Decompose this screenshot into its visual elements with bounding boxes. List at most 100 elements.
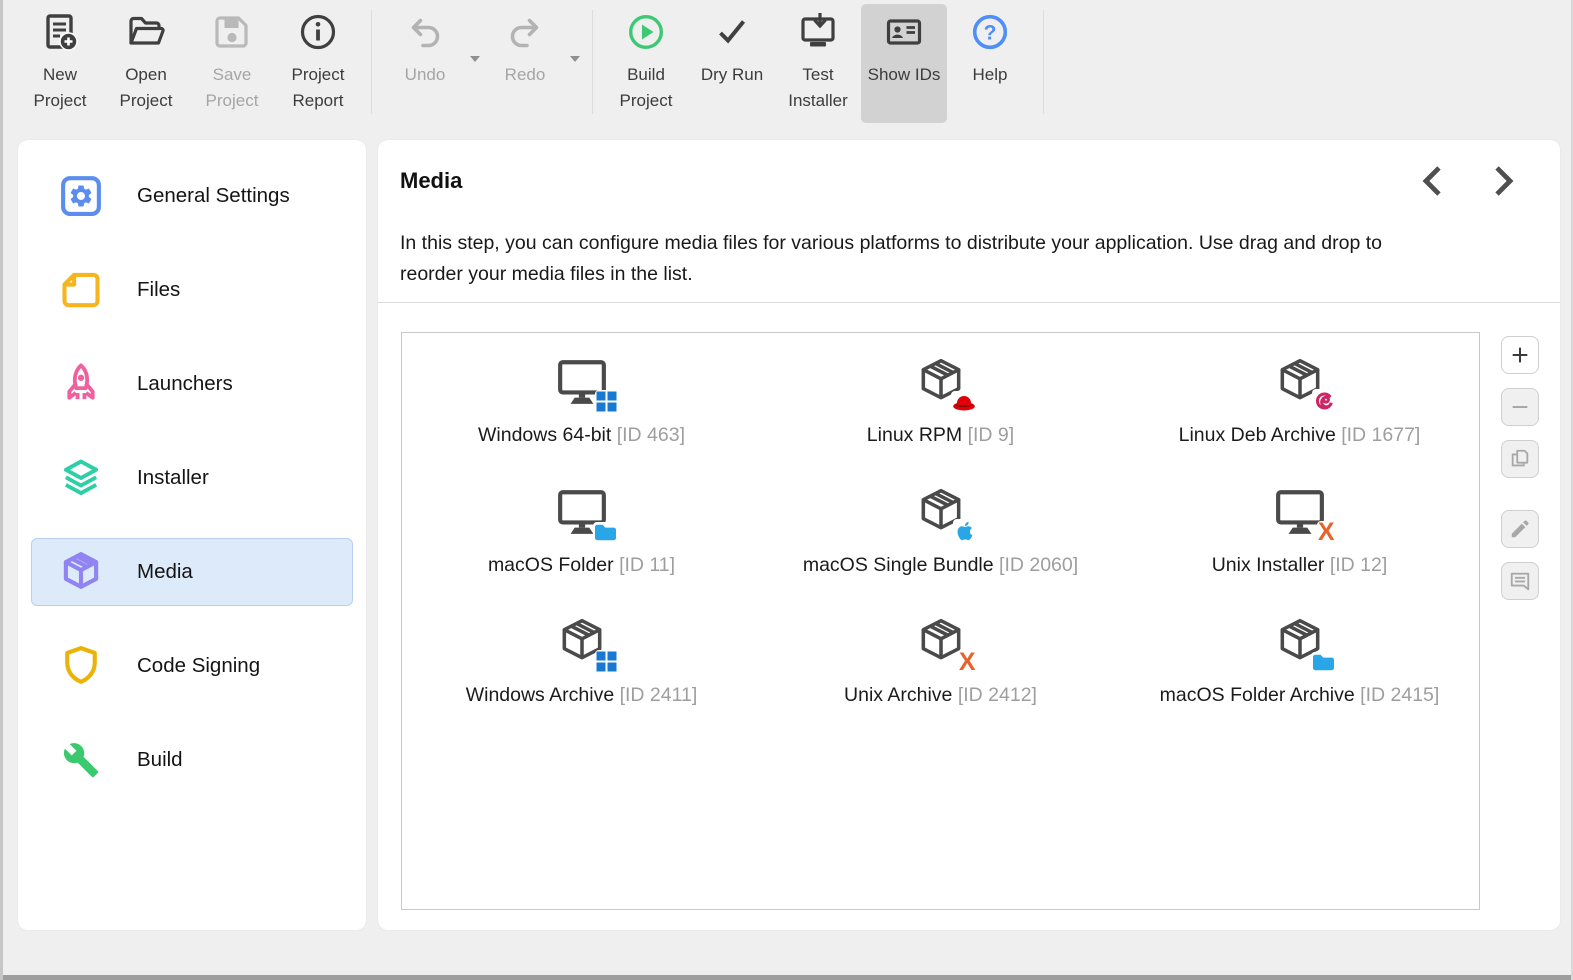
previous-step-button[interactable]: [1416, 164, 1450, 198]
media-item-macos-single-bundle[interactable]: macOS Single Bundle [ID 2060]: [761, 481, 1120, 611]
sidebar-item-launchers[interactable]: Launchers: [31, 350, 353, 418]
blue-folder-icon: [1310, 652, 1336, 673]
windows-logo-icon: [594, 390, 618, 413]
toolbar-separator: [1043, 10, 1044, 114]
header-divider: [378, 302, 1560, 303]
window-bottom-edge: [3, 975, 1571, 980]
save-project-icon: [215, 16, 248, 48]
wrench-icon: [58, 737, 104, 783]
svg-text:?: ?: [984, 22, 997, 45]
build-project-label: Build Project: [619, 65, 673, 110]
unix-x-icon: X: [1316, 518, 1336, 546]
duplicate-icon: [1511, 449, 1529, 467]
toolbar-separator: [592, 10, 593, 114]
help-icon: ?: [972, 14, 1008, 50]
media-item-label: macOS Folder Archive [ID 2415]: [1159, 684, 1440, 706]
minus-icon: [1512, 405, 1528, 409]
red-hat-icon: [950, 391, 977, 413]
open-project-icon: [129, 16, 165, 45]
media-item-unix-installer[interactable]: X Unix Installer [ID 12]: [1120, 481, 1479, 611]
debian-swirl-icon: [1311, 389, 1336, 413]
media-item-label: macOS Folder [ID 11]: [487, 554, 676, 576]
sidebar-item-general-settings[interactable]: General Settings: [31, 162, 353, 230]
sidebar-item-label: Launchers: [137, 372, 233, 395]
undo-button[interactable]: Undo: [382, 4, 468, 123]
redo-button[interactable]: Redo: [482, 4, 568, 123]
help-label: Help: [972, 65, 1008, 84]
sidebar-item-installer[interactable]: Installer: [31, 444, 353, 512]
media-item-label: macOS Single Bundle [ID 2060]: [802, 554, 1079, 576]
test-installer-label: Test Installer: [788, 65, 848, 110]
plus-icon: [1512, 347, 1528, 363]
redo-label: Redo: [504, 65, 546, 84]
sidebar-item-files[interactable]: Files: [31, 256, 353, 324]
media-list-actions: [1501, 336, 1539, 614]
remove-media-button[interactable]: [1501, 388, 1539, 426]
edit-media-button[interactable]: [1501, 510, 1539, 548]
dry-run-icon: [719, 20, 746, 44]
files-icon: [58, 267, 104, 313]
blue-folder-icon: [592, 522, 618, 543]
sidebar-item-label: Build: [137, 748, 183, 771]
media-item-label: Windows 64-bit [ID 463]: [477, 424, 686, 446]
next-step-button[interactable]: [1486, 164, 1520, 198]
gear-icon: [58, 173, 104, 219]
edit-icon: [1511, 520, 1529, 538]
save-project-button[interactable]: Save Project: [189, 4, 275, 123]
undo-label: Undo: [404, 65, 446, 84]
dry-run-button[interactable]: Dry Run: [689, 4, 775, 123]
save-project-label: Save Project: [205, 65, 259, 110]
test-installer-button[interactable]: Test Installer: [775, 4, 861, 123]
media-item-label: Unix Installer [ID 12]: [1211, 554, 1388, 576]
project-report-icon: [300, 14, 336, 50]
open-project-button[interactable]: Open Project: [103, 4, 189, 123]
help-button[interactable]: ? Help: [947, 4, 1033, 123]
rocket-icon: [58, 361, 104, 407]
media-item-linux-rpm[interactable]: Linux RPM [ID 9]: [761, 351, 1120, 481]
add-media-button[interactable]: [1501, 336, 1539, 374]
undo-dropdown-arrow-icon[interactable]: [470, 56, 480, 62]
sidebar-item-media[interactable]: Media: [31, 538, 353, 606]
open-project-label: Open Project: [119, 65, 173, 110]
media-item-macos-folder[interactable]: macOS Folder [ID 11]: [402, 481, 761, 611]
media-item-label: Linux Deb Archive [ID 1677]: [1178, 424, 1421, 446]
show-ids-button[interactable]: Show IDs: [861, 4, 947, 123]
media-step-panel: Media In this step, you can configure me…: [378, 140, 1560, 930]
main-toolbar: New Project Open Project Save Project Pr…: [3, 0, 1571, 128]
sidebar-item-build[interactable]: Build: [31, 726, 353, 794]
show-ids-label: Show IDs: [867, 65, 941, 84]
cube-icon: [58, 549, 104, 595]
comment-media-button[interactable]: [1501, 562, 1539, 600]
sidebar-item-code-signing[interactable]: Code Signing: [31, 632, 353, 700]
shield-icon: [58, 643, 104, 689]
project-report-label: Project Report: [291, 65, 345, 110]
new-project-icon: [46, 14, 78, 51]
media-item-label: Unix Archive [ID 2412]: [844, 684, 1037, 706]
build-project-button[interactable]: Build Project: [603, 4, 689, 123]
media-item-macos-folder-archive[interactable]: macOS Folder Archive [ID 2415]: [1120, 611, 1479, 741]
media-item-label: Windows Archive [ID 2411]: [465, 684, 698, 706]
unix-x-icon: X: [957, 648, 977, 676]
comment-icon: [1510, 572, 1530, 591]
apple-logo-icon: [952, 519, 977, 543]
redo-icon: [510, 18, 539, 48]
dry-run-label: Dry Run: [700, 65, 764, 84]
media-item-unix-archive[interactable]: X Unix Archive [ID 2412]: [761, 611, 1120, 741]
layers-icon: [58, 455, 104, 501]
sidebar-item-label: Code Signing: [137, 654, 261, 677]
media-item-label: Linux RPM [ID 9]: [866, 424, 1015, 446]
new-project-button[interactable]: New Project: [17, 4, 103, 123]
project-report-button[interactable]: Project Report: [275, 4, 361, 123]
test-installer-icon: [801, 13, 835, 47]
page-title: Media: [400, 168, 463, 193]
step-description: In this step, you can configure media fi…: [400, 232, 1383, 285]
new-project-label: New Project: [33, 65, 87, 110]
media-item-linux-deb-archive[interactable]: Linux Deb Archive [ID 1677]: [1120, 351, 1479, 481]
sidebar-item-label: Files: [137, 278, 181, 301]
redo-dropdown-arrow-icon[interactable]: [570, 56, 580, 62]
duplicate-media-button[interactable]: [1501, 440, 1539, 478]
media-item-windows-archive[interactable]: Windows Archive [ID 2411]: [402, 611, 761, 741]
media-item-windows-64-bit[interactable]: Windows 64-bit [ID 463]: [402, 351, 761, 481]
build-project-icon: [628, 14, 664, 50]
sidebar-item-label: Installer: [137, 466, 209, 489]
